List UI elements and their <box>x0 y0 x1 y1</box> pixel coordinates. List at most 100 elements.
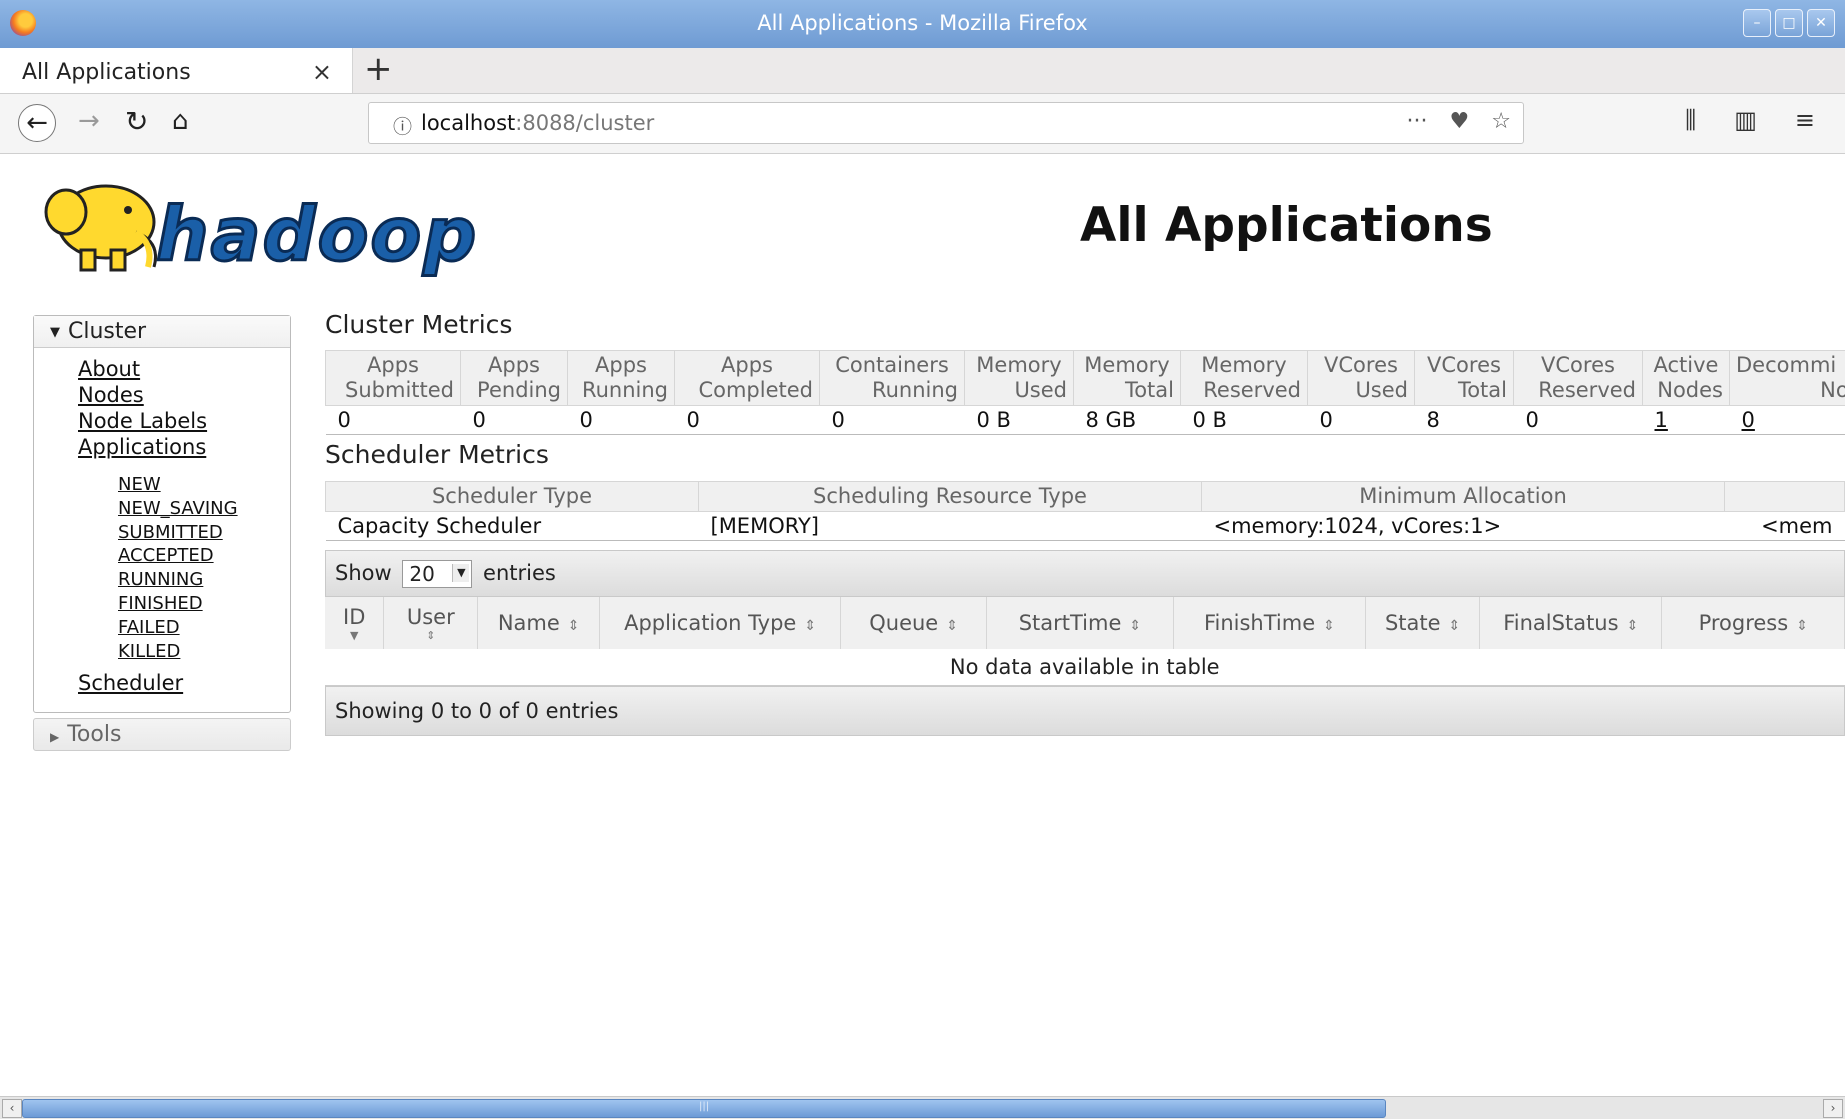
column-header-name[interactable]: Name ⇕ <box>478 597 600 649</box>
metric-header-containers-running: ContainersRunning <box>820 351 965 406</box>
reload-icon[interactable]: ↻ <box>125 105 148 138</box>
metric-link-decommissioned-nodes[interactable]: 0 <box>1742 408 1755 432</box>
close-tab-icon[interactable]: × <box>312 58 332 86</box>
sort-icon: ⇕ <box>1796 618 1808 634</box>
metric-header-memory-used: MemoryUsed <box>965 351 1074 406</box>
cluster-panel: ▼ Cluster About Nodes Node Labels Applica… <box>33 315 291 713</box>
close-window-icon[interactable]: ✕ <box>1807 9 1835 37</box>
column-header-finalstatus[interactable]: FinalStatus⇕ <box>1480 597 1662 649</box>
metric-header-line1: Containers <box>826 353 958 378</box>
state-link-submitted[interactable]: SUBMITTED <box>118 521 238 545</box>
scheduler-header-row: Scheduler Type Scheduling Resource Type … <box>326 482 1845 512</box>
metric-header-line1: Memory <box>1080 353 1174 378</box>
sidebar-link-scheduler[interactable]: Scheduler <box>78 671 183 695</box>
metric-link-active-nodes[interactable]: 1 <box>1655 408 1668 432</box>
url-bar[interactable]: ⓘ localhost:8088/cluster ··· ♥ ☆ <box>368 102 1524 144</box>
scroll-right-icon[interactable]: › <box>1823 1099 1843 1118</box>
cluster-header[interactable]: ▼ Cluster <box>34 316 290 348</box>
scrollbar-thumb[interactable]: ||| <box>22 1099 1386 1118</box>
column-header-label: Queue <box>869 611 938 635</box>
column-header-starttime[interactable]: StartTime⇕ <box>987 597 1173 649</box>
bookmark-star-icon[interactable]: ☆ <box>1491 109 1511 134</box>
minimize-icon[interactable]: – <box>1743 9 1771 37</box>
metric-value-apps-running: 0 <box>568 406 675 435</box>
window-controls: – □ ✕ <box>1743 9 1835 37</box>
scheduler-metrics-table: Scheduler Type Scheduling Resource Type … <box>325 481 1845 541</box>
new-tab-icon[interactable]: + <box>364 52 393 86</box>
state-link-finished[interactable]: FINISHED <box>118 592 238 616</box>
state-link-running[interactable]: RUNNING <box>118 568 238 592</box>
scheduler-header-min-alloc: Minimum Allocation <box>1202 482 1725 512</box>
column-header-label: FinishTime <box>1204 611 1315 635</box>
sidebar-toggle-icon[interactable]: ▥ <box>1734 106 1757 134</box>
home-icon[interactable]: ⌂ <box>172 106 189 136</box>
metric-value-active-nodes[interactable]: 1 <box>1643 406 1730 435</box>
metric-header-active-nodes: ActiveNodes <box>1643 351 1730 406</box>
tools-header[interactable]: ▶Tools <box>33 718 291 751</box>
metric-value-apps-completed: 0 <box>675 406 820 435</box>
metric-header-apps-completed: AppsCompleted <box>675 351 820 406</box>
tools-label: Tools <box>67 722 121 747</box>
state-link-new[interactable]: NEW <box>118 473 238 497</box>
metric-header-line1: Apps <box>574 353 668 378</box>
state-link-failed[interactable]: FAILED <box>118 616 238 640</box>
url-actions: ··· ♥ ☆ <box>1407 109 1511 134</box>
column-header-application-type[interactable]: Application Type⇕ <box>600 597 841 649</box>
sort-icon: ⇕ <box>394 629 467 642</box>
column-header-finishtime[interactable]: FinishTime⇕ <box>1173 597 1366 649</box>
toolbar-right: ⫼ ▥ ≡ <box>1685 106 1815 134</box>
sort-icon: ⇕ <box>568 618 580 634</box>
dropdown-arrow-icon: ▼ <box>452 564 469 582</box>
scroll-left-icon[interactable]: ‹ <box>2 1099 22 1118</box>
column-header-queue[interactable]: Queue⇕ <box>841 597 987 649</box>
grip-icon: ||| <box>699 1101 709 1112</box>
menu-icon[interactable]: ≡ <box>1795 106 1815 134</box>
column-header-progress[interactable]: Progress⇕ <box>1662 597 1845 649</box>
metric-header-memory-total: MemoryTotal <box>1074 351 1181 406</box>
state-link-new-saving[interactable]: NEW_SAVING <box>118 497 238 521</box>
state-link-accepted[interactable]: ACCEPTED <box>118 544 238 568</box>
back-icon[interactable]: ← <box>18 104 56 142</box>
cluster-label: Cluster <box>68 319 146 344</box>
metric-header-vcores-used: VCoresUsed <box>1308 351 1415 406</box>
column-header-id[interactable]: ID▼ <box>325 597 384 649</box>
sidebar-link-applications[interactable]: Applications <box>78 434 207 460</box>
sort-icon: ⇕ <box>1449 618 1461 634</box>
metric-value-vcores-total: 8 <box>1415 406 1514 435</box>
horizontal-scrollbar[interactable]: ‹ ||| › <box>0 1096 1845 1119</box>
site-info-icon[interactable]: ⓘ <box>393 112 412 139</box>
metric-header-line1: Apps <box>332 353 454 378</box>
metric-value-apps-pending: 0 <box>461 406 568 435</box>
url-text[interactable]: localhost:8088/cluster <box>421 111 654 135</box>
url-path: :8088/cluster <box>515 111 654 135</box>
page-title: All Applications <box>1080 198 1493 253</box>
sidebar-link-nodes[interactable]: Nodes <box>78 382 207 408</box>
tab-all-applications[interactable]: All Applications × <box>0 48 353 93</box>
scheduler-metrics-title: Scheduler Metrics <box>325 440 549 469</box>
metric-header-line1: Apps <box>467 353 561 378</box>
datatable-info: Showing 0 to 0 of 0 entries <box>325 686 1845 736</box>
sidebar-link-node-labels[interactable]: Node Labels <box>78 408 207 434</box>
metric-value-memory-total: 8 GB <box>1074 406 1181 435</box>
column-header-user[interactable]: User⇕ <box>384 597 478 649</box>
state-link-killed[interactable]: KILLED <box>118 640 238 664</box>
forward-icon[interactable]: → <box>78 106 100 136</box>
metric-header-apps-running: AppsRunning <box>568 351 675 406</box>
scheduler-header-type: Scheduler Type <box>326 482 699 512</box>
sort-icon: ⇕ <box>804 618 816 634</box>
entries-select[interactable]: 20 ▼ <box>402 560 472 588</box>
column-header-state[interactable]: State⇕ <box>1366 597 1480 649</box>
metric-header-memory-reserved: MemoryReserved <box>1181 351 1308 406</box>
library-icon[interactable]: ⫼ <box>1685 106 1696 134</box>
pocket-icon[interactable]: ♥ <box>1450 109 1470 134</box>
sidebar-link-about[interactable]: About <box>78 356 207 382</box>
metric-header-line2: Reserved <box>1520 378 1636 403</box>
sort-icon: ⇕ <box>1129 618 1141 634</box>
metric-value-decommissioned-nodes[interactable]: 0 <box>1730 406 1845 435</box>
chevron-down-icon: ▼ <box>50 325 60 340</box>
column-header-label: Name <box>498 611 560 635</box>
page-actions-icon[interactable]: ··· <box>1407 109 1428 134</box>
maximize-icon[interactable]: □ <box>1775 9 1803 37</box>
metric-header-line1: Memory <box>971 353 1067 378</box>
entries-select-value: 20 <box>409 562 434 586</box>
